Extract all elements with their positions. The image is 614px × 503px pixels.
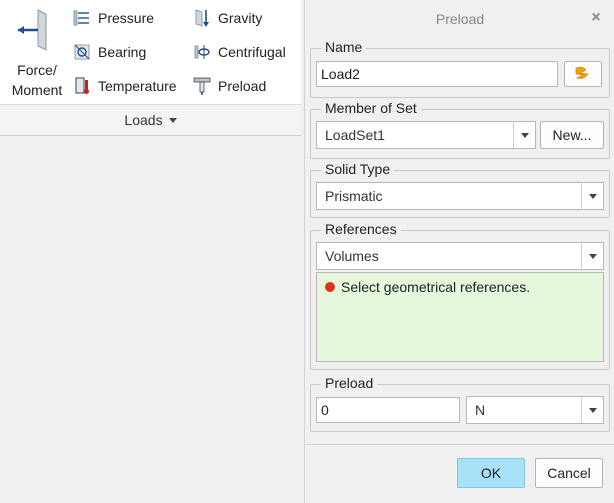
solid-type-value: Prismatic (325, 188, 383, 204)
preload-button[interactable]: Preload (192, 75, 266, 97)
member-of-set-select[interactable]: LoadSet1 (316, 121, 536, 149)
temperature-icon (72, 76, 92, 96)
preload-unit-select[interactable]: N (466, 396, 604, 424)
preload-group-title: Preload (321, 375, 378, 391)
pressure-label: Pressure (98, 10, 155, 26)
temperature-label: Temperature (98, 78, 177, 94)
new-set-button[interactable]: New... (540, 121, 604, 149)
member-of-set-group-title: Member of Set (321, 100, 421, 116)
gravity-icon (192, 8, 212, 28)
loads-group-dropdown[interactable]: Loads (0, 104, 301, 136)
appearance-icon (574, 66, 592, 83)
pressure-icon (72, 8, 92, 28)
chevron-down-icon (581, 243, 603, 269)
bearing-icon (72, 42, 92, 62)
name-input[interactable]: Load2 (316, 61, 558, 87)
name-group-title: Name (321, 39, 367, 55)
appearance-button[interactable] (564, 61, 602, 87)
centrifugal-button[interactable]: Centrifugal (192, 41, 286, 63)
pressure-button[interactable]: Pressure (72, 7, 154, 29)
loads-group-label: Loads (124, 112, 163, 128)
solid-type-group-title: Solid Type (321, 161, 395, 177)
ribbon-loads-panel: Force/ Moment Pressure Bearing Temperatu… (0, 0, 301, 104)
chevron-down-icon (581, 397, 603, 423)
status-dot-icon (325, 282, 335, 292)
references-type-select[interactable]: Volumes (316, 242, 604, 270)
temperature-button[interactable]: Temperature (72, 75, 177, 97)
preload-label: Preload (218, 78, 267, 94)
force-moment-label-line1: Force/ (17, 62, 57, 78)
dialog-title: Preload (435, 11, 485, 27)
references-collector[interactable]: Select geometrical references. (316, 272, 604, 362)
bearing-label: Bearing (98, 44, 147, 60)
solid-type-select[interactable]: Prismatic (316, 182, 604, 210)
cancel-button[interactable]: Cancel (535, 458, 603, 488)
ok-button[interactable]: OK (457, 458, 525, 488)
preload-icon (192, 76, 212, 96)
force-moment-label-line2: Moment (11, 82, 63, 98)
app-window: Force/ Moment Pressure Bearing Temperatu… (0, 0, 614, 503)
references-type-value: Volumes (325, 248, 379, 264)
chevron-down-icon (513, 122, 535, 148)
centrifugal-icon (192, 42, 212, 62)
gravity-label: Gravity (218, 10, 263, 26)
member-of-set-value: LoadSet1 (325, 127, 385, 143)
force-moment-icon (16, 8, 56, 52)
force-moment-button[interactable]: Force/ Moment (2, 4, 68, 100)
graphics-workspace[interactable] (0, 136, 301, 503)
gravity-button[interactable]: Gravity (192, 7, 262, 29)
references-group-title: References (321, 221, 401, 237)
preload-dialog: Preload × Name Load2 Member of Set LoadS… (304, 0, 614, 503)
centrifugal-label: Centrifugal (218, 44, 286, 60)
close-icon[interactable]: × (588, 10, 604, 26)
chevron-down-icon (168, 117, 177, 123)
footer-divider (305, 444, 614, 445)
preload-value-input[interactable]: 0 (316, 397, 460, 423)
bearing-button[interactable]: Bearing (72, 41, 146, 63)
preload-unit-value: N (475, 402, 486, 418)
references-message: Select geometrical references. (341, 279, 531, 295)
chevron-down-icon (581, 183, 603, 209)
